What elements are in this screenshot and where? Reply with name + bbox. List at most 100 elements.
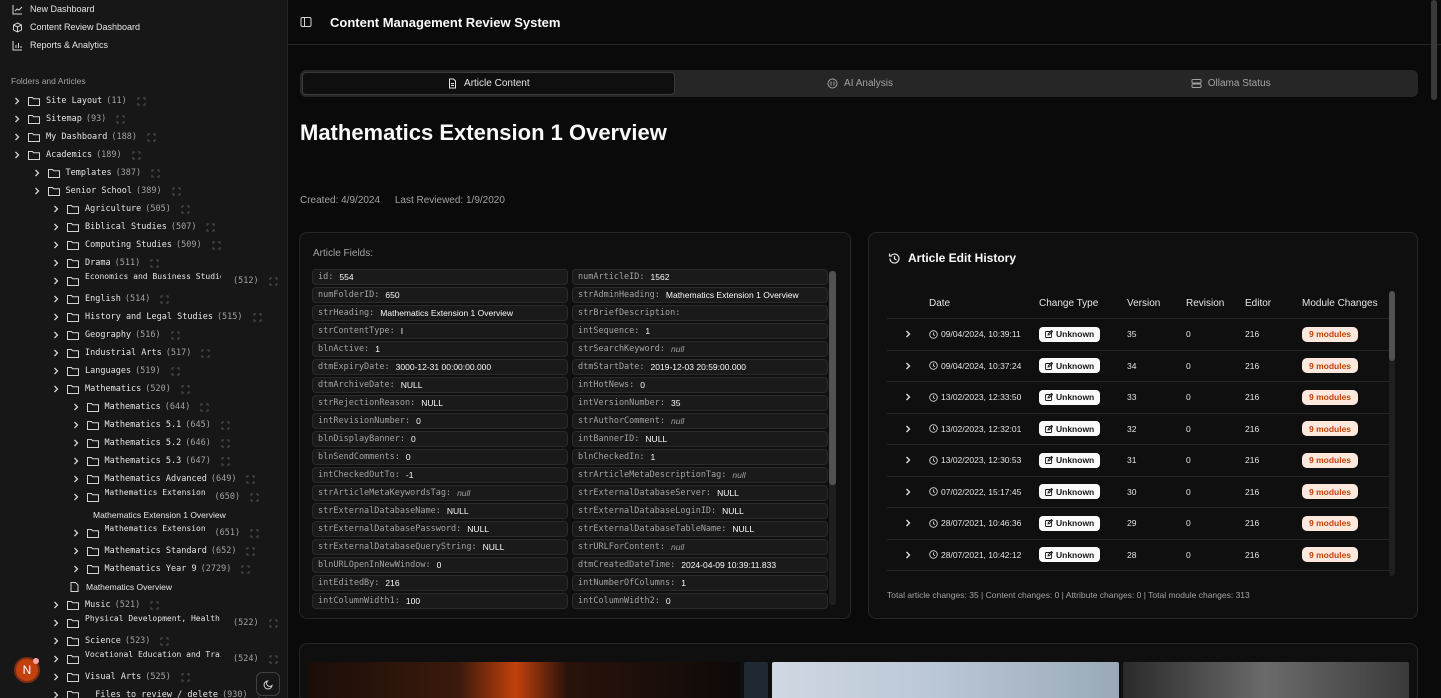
tree-folder-item[interactable]: My Dashboard (188) xyxy=(0,128,287,146)
history-scrollbar[interactable] xyxy=(1389,291,1395,576)
expand-action-icon[interactable] xyxy=(201,349,210,358)
chevron-right-icon[interactable] xyxy=(51,637,61,645)
tree-folder-item[interactable]: Academics (189) xyxy=(0,146,287,164)
chevron-right-icon[interactable] xyxy=(12,115,22,123)
nav-new-dashboard[interactable]: New Dashboard xyxy=(0,0,287,18)
modules-badge[interactable]: 9 modules xyxy=(1302,452,1359,468)
modules-badge[interactable]: 9 modules xyxy=(1302,484,1359,500)
tree-folder-item[interactable]: Mathematics Extension 2 (651) xyxy=(0,524,287,542)
expand-action-icon[interactable] xyxy=(269,277,278,286)
scrollbar-thumb[interactable] xyxy=(1389,291,1395,361)
history-row[interactable]: 09/04/2024, 10:39:11 Unknown 35 0 216 9 modul… xyxy=(887,319,1389,351)
chevron-right-icon[interactable] xyxy=(71,439,81,447)
avatar[interactable]: N xyxy=(14,657,40,683)
tree-article-item[interactable]: Mathematics Overview xyxy=(0,578,287,596)
tree-article-item[interactable]: Mathematics Extension 1 Overview xyxy=(0,506,287,524)
chevron-right-icon[interactable] xyxy=(887,456,929,464)
modules-badge[interactable]: 9 modules xyxy=(1302,358,1359,374)
tree-folder-item[interactable]: Vocational Education and Training (524) xyxy=(0,650,287,668)
expand-action-icon[interactable] xyxy=(206,223,215,232)
chevron-right-icon[interactable] xyxy=(51,331,61,339)
modules-badge[interactable]: 9 modules xyxy=(1302,515,1359,531)
expand-action-icon[interactable] xyxy=(212,241,221,250)
expand-action-icon[interactable] xyxy=(171,367,180,376)
expand-action-icon[interactable] xyxy=(172,187,181,196)
tree-folder-item[interactable]: Templates (387) xyxy=(0,164,287,182)
chevron-right-icon[interactable] xyxy=(51,295,61,303)
modules-badge[interactable]: 9 modules xyxy=(1302,421,1359,437)
fields-scrollbar[interactable] xyxy=(829,271,836,605)
expand-action-icon[interactable] xyxy=(116,115,125,124)
tree-folder-item[interactable]: Mathematics Standard (652) xyxy=(0,542,287,560)
chevron-right-icon[interactable] xyxy=(51,349,61,357)
tree-folder-item[interactable]: Languages (519) xyxy=(0,362,287,380)
expand-action-icon[interactable] xyxy=(241,565,250,574)
tree-folder-item[interactable]: Mathematics (520) xyxy=(0,380,287,398)
tree-folder-item[interactable]: Industrial Arts (517) xyxy=(0,344,287,362)
expand-action-icon[interactable] xyxy=(150,601,159,610)
tab-ollama-status[interactable]: Ollama Status xyxy=(1045,72,1416,95)
chevron-right-icon[interactable] xyxy=(71,403,81,411)
chevron-right-icon[interactable] xyxy=(71,421,81,429)
history-row[interactable]: 07/02/2022, 15:17:45 Unknown 30 0 216 9 modul… xyxy=(887,477,1389,508)
nav-reports-analytics[interactable]: Reports & Analytics xyxy=(0,36,287,54)
chevron-right-icon[interactable] xyxy=(887,519,929,527)
tree-folder-item[interactable]: Physical Development, Health and Physica… xyxy=(0,614,287,632)
tree-folder-item[interactable]: Geography (516) xyxy=(0,326,287,344)
modules-badge[interactable]: 9 modules xyxy=(1302,389,1359,405)
expand-action-icon[interactable] xyxy=(221,457,230,466)
chevron-right-icon[interactable] xyxy=(887,551,929,559)
expand-action-icon[interactable] xyxy=(181,205,190,214)
expand-action-icon[interactable] xyxy=(221,439,230,448)
expand-action-icon[interactable] xyxy=(181,673,190,682)
tree-folder-item[interactable]: History and Legal Studies (515) xyxy=(0,308,287,326)
chevron-right-icon[interactable] xyxy=(887,330,929,338)
chevron-right-icon[interactable] xyxy=(51,241,61,249)
expand-action-icon[interactable] xyxy=(181,385,190,394)
tree-folder-item[interactable]: Agriculture (505) xyxy=(0,200,287,218)
tree-folder-item[interactable]: Mathematics 5.1 (645) xyxy=(0,416,287,434)
tree-folder-item[interactable]: Computing Studies (509) xyxy=(0,236,287,254)
chevron-right-icon[interactable] xyxy=(51,205,61,213)
history-row[interactable]: 09/04/2024, 10:37:24 Unknown 34 0 216 9 modul… xyxy=(887,351,1389,382)
chevron-right-icon[interactable] xyxy=(32,169,42,177)
modules-badge[interactable]: 9 modules xyxy=(1302,326,1359,342)
history-row[interactable]: 28/07/2021, 10:46:36 Unknown 29 0 216 9 modul… xyxy=(887,508,1389,540)
chevron-right-icon[interactable] xyxy=(71,475,81,483)
nav-content-review-dashboard[interactable]: Content Review Dashboard xyxy=(0,18,287,36)
chevron-right-icon[interactable] xyxy=(12,151,22,159)
expand-action-icon[interactable] xyxy=(253,313,262,322)
chevron-right-icon[interactable] xyxy=(51,277,61,285)
expand-action-icon[interactable] xyxy=(132,151,141,160)
chevron-right-icon[interactable] xyxy=(71,457,81,465)
tree-folder-item[interactable]: Economics and Business Studies (512) xyxy=(0,272,287,290)
history-row[interactable]: 13/02/2023, 12:33:50 Unknown 33 0 216 9 modul… xyxy=(887,382,1389,414)
expand-action-icon[interactable] xyxy=(150,259,159,268)
expand-action-icon[interactable] xyxy=(269,619,278,628)
theme-toggle-button[interactable] xyxy=(256,672,280,696)
chevron-right-icon[interactable] xyxy=(51,367,61,375)
tree-folder-item[interactable]: Site Layout (11) xyxy=(0,92,287,110)
tree-folder-item[interactable]: Mathematics Year 9 (2729) xyxy=(0,560,287,578)
tab-ai-analysis[interactable]: AI Analysis xyxy=(675,72,1046,95)
expand-action-icon[interactable] xyxy=(171,331,180,340)
chevron-right-icon[interactable] xyxy=(51,619,61,627)
expand-action-icon[interactable] xyxy=(250,529,259,538)
chevron-right-icon[interactable] xyxy=(51,691,61,698)
chevron-right-icon[interactable] xyxy=(51,601,61,609)
chevron-right-icon[interactable] xyxy=(51,223,61,231)
chevron-right-icon[interactable] xyxy=(71,493,81,501)
tree-folder-item[interactable]: English (514) xyxy=(0,290,287,308)
history-row[interactable]: 28/07/2021, 10:42:12 Unknown 28 0 216 9 modul… xyxy=(887,540,1389,571)
history-row[interactable]: 13/02/2023, 12:30:53 Unknown 31 0 216 9 modul… xyxy=(887,445,1389,477)
expand-action-icon[interactable] xyxy=(160,637,169,646)
tree-folder-item[interactable]: Mathematics Advanced (649) xyxy=(0,470,287,488)
tree-folder-item[interactable]: Mathematics Extension 1 (650) xyxy=(0,488,287,506)
page-scrollbar[interactable] xyxy=(1431,0,1437,100)
chevron-right-icon[interactable] xyxy=(51,673,61,681)
tree-folder-item[interactable]: Science (523) xyxy=(0,632,287,650)
chevron-right-icon[interactable] xyxy=(51,313,61,321)
sidebar-toggle-icon[interactable] xyxy=(300,16,312,28)
chevron-right-icon[interactable] xyxy=(71,565,81,573)
tree-folder-item[interactable]: Mathematics 5.2 (646) xyxy=(0,434,287,452)
